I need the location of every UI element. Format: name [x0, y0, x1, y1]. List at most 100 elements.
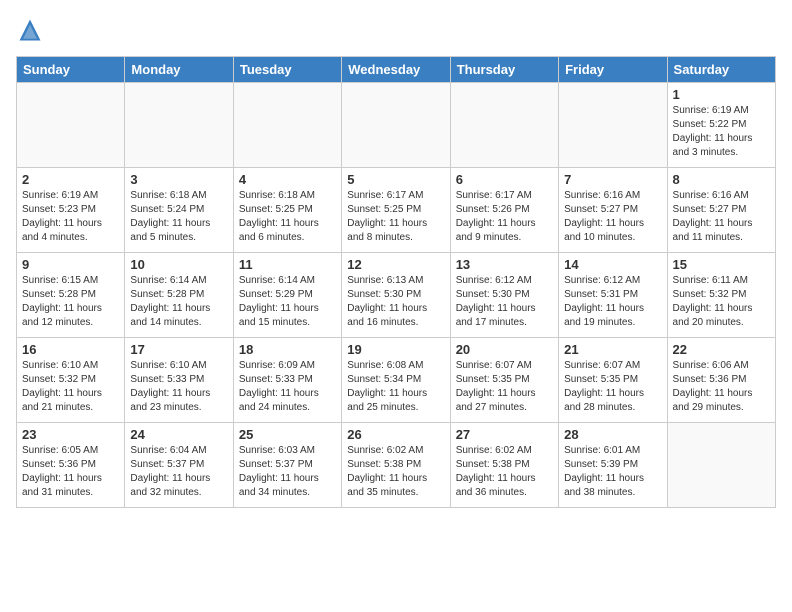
day-info: Sunrise: 6:14 AM Sunset: 5:29 PM Dayligh… — [239, 274, 336, 330]
calendar-cell — [233, 83, 341, 168]
calendar-cell: 21 Sunrise: 6:07 AM Sunset: 5:35 PM Dayli… — [559, 338, 667, 423]
day-number: 21 — [564, 342, 661, 357]
calendar-cell: 3 Sunrise: 6:18 AM Sunset: 5:24 PM Daylig… — [125, 168, 233, 253]
day-info: Sunrise: 6:05 AM Sunset: 5:36 PM Dayligh… — [22, 444, 119, 500]
day-number: 18 — [239, 342, 336, 357]
calendar-cell: 11 Sunrise: 6:14 AM Sunset: 5:29 PM Dayli… — [233, 253, 341, 338]
day-info: Sunrise: 6:18 AM Sunset: 5:25 PM Dayligh… — [239, 189, 336, 245]
calendar-week-row: 16 Sunrise: 6:10 AM Sunset: 5:32 PM Dayli… — [17, 338, 776, 423]
calendar-cell: 1 Sunrise: 6:19 AM Sunset: 5:22 PM Daylig… — [667, 83, 775, 168]
day-info: Sunrise: 6:08 AM Sunset: 5:34 PM Dayligh… — [347, 359, 444, 415]
calendar-cell — [667, 423, 775, 508]
day-info: Sunrise: 6:07 AM Sunset: 5:35 PM Dayligh… — [456, 359, 553, 415]
calendar-cell: 23 Sunrise: 6:05 AM Sunset: 5:36 PM Dayli… — [17, 423, 125, 508]
day-number: 11 — [239, 257, 336, 272]
calendar-cell: 27Sunrise: 6:02 AM Sunset: 5:38 PM Dayli… — [450, 423, 558, 508]
calendar-cell: 9 Sunrise: 6:15 AM Sunset: 5:28 PM Daylig… — [17, 253, 125, 338]
day-number: 12 — [347, 257, 444, 272]
day-info: Sunrise: 6:02 AM Sunset: 5:38 PM Dayligh… — [347, 444, 444, 500]
day-number: 14 — [564, 257, 661, 272]
calendar-cell: 22Sunrise: 6:06 AM Sunset: 5:36 PM Dayli… — [667, 338, 775, 423]
weekday-header-cell: Wednesday — [342, 57, 450, 83]
day-info: Sunrise: 6:11 AM Sunset: 5:32 PM Dayligh… — [673, 274, 770, 330]
day-number: 3 — [130, 172, 227, 187]
day-number: 8 — [673, 172, 770, 187]
day-number: 24 — [130, 427, 227, 442]
day-number: 5 — [347, 172, 444, 187]
calendar-week-row: 23 Sunrise: 6:05 AM Sunset: 5:36 PM Dayli… — [17, 423, 776, 508]
calendar-cell — [125, 83, 233, 168]
calendar-week-row: 1 Sunrise: 6:19 AM Sunset: 5:22 PM Daylig… — [17, 83, 776, 168]
calendar-cell: 16 Sunrise: 6:10 AM Sunset: 5:32 PM Dayli… — [17, 338, 125, 423]
calendar-cell — [342, 83, 450, 168]
day-number: 15 — [673, 257, 770, 272]
day-number: 25 — [239, 427, 336, 442]
day-number: 28 — [564, 427, 661, 442]
day-number: 10 — [130, 257, 227, 272]
weekday-header-cell: Friday — [559, 57, 667, 83]
day-info: Sunrise: 6:19 AM Sunset: 5:22 PM Dayligh… — [673, 104, 770, 160]
calendar-week-row: 9 Sunrise: 6:15 AM Sunset: 5:28 PM Daylig… — [17, 253, 776, 338]
day-info: Sunrise: 6:07 AM Sunset: 5:35 PM Dayligh… — [564, 359, 661, 415]
day-info: Sunrise: 6:15 AM Sunset: 5:28 PM Dayligh… — [22, 274, 119, 330]
day-number: 13 — [456, 257, 553, 272]
day-info: Sunrise: 6:09 AM Sunset: 5:33 PM Dayligh… — [239, 359, 336, 415]
day-info: Sunrise: 6:12 AM Sunset: 5:31 PM Dayligh… — [564, 274, 661, 330]
calendar-cell: 10 Sunrise: 6:14 AM Sunset: 5:28 PM Dayli… — [125, 253, 233, 338]
logo — [16, 16, 48, 44]
day-info: Sunrise: 6:16 AM Sunset: 5:27 PM Dayligh… — [564, 189, 661, 245]
day-number: 2 — [22, 172, 119, 187]
day-info: Sunrise: 6:17 AM Sunset: 5:25 PM Dayligh… — [347, 189, 444, 245]
day-number: 9 — [22, 257, 119, 272]
page-header — [16, 16, 776, 44]
day-info: Sunrise: 6:13 AM Sunset: 5:30 PM Dayligh… — [347, 274, 444, 330]
day-info: Sunrise: 6:18 AM Sunset: 5:24 PM Dayligh… — [130, 189, 227, 245]
day-info: Sunrise: 6:04 AM Sunset: 5:37 PM Dayligh… — [130, 444, 227, 500]
calendar-cell: 26 Sunrise: 6:02 AM Sunset: 5:38 PM Dayli… — [342, 423, 450, 508]
weekday-header-cell: Tuesday — [233, 57, 341, 83]
day-number: 17 — [130, 342, 227, 357]
day-info: Sunrise: 6:12 AM Sunset: 5:30 PM Dayligh… — [456, 274, 553, 330]
day-number: 23 — [22, 427, 119, 442]
calendar-cell: 24 Sunrise: 6:04 AM Sunset: 5:37 PM Dayli… — [125, 423, 233, 508]
weekday-header-row: SundayMondayTuesdayWednesdayThursdayFrid… — [17, 57, 776, 83]
day-number: 6 — [456, 172, 553, 187]
day-info: Sunrise: 6:03 AM Sunset: 5:37 PM Dayligh… — [239, 444, 336, 500]
calendar-cell: 13 Sunrise: 6:12 AM Sunset: 5:30 PM Dayli… — [450, 253, 558, 338]
day-info: Sunrise: 6:10 AM Sunset: 5:32 PM Dayligh… — [22, 359, 119, 415]
calendar-cell: 7 Sunrise: 6:16 AM Sunset: 5:27 PM Daylig… — [559, 168, 667, 253]
calendar-cell: 25 Sunrise: 6:03 AM Sunset: 5:37 PM Dayli… — [233, 423, 341, 508]
day-number: 7 — [564, 172, 661, 187]
day-info: Sunrise: 6:06 AM Sunset: 5:36 PM Dayligh… — [673, 359, 770, 415]
calendar-cell — [17, 83, 125, 168]
calendar-body: 1 Sunrise: 6:19 AM Sunset: 5:22 PM Daylig… — [17, 83, 776, 508]
calendar-cell — [450, 83, 558, 168]
day-info: Sunrise: 6:19 AM Sunset: 5:23 PM Dayligh… — [22, 189, 119, 245]
weekday-header-cell: Saturday — [667, 57, 775, 83]
calendar-cell: 2 Sunrise: 6:19 AM Sunset: 5:23 PM Daylig… — [17, 168, 125, 253]
calendar-cell — [559, 83, 667, 168]
calendar-cell: 5 Sunrise: 6:17 AM Sunset: 5:25 PM Daylig… — [342, 168, 450, 253]
calendar-cell: 19 Sunrise: 6:08 AM Sunset: 5:34 PM Dayli… — [342, 338, 450, 423]
weekday-header-cell: Thursday — [450, 57, 558, 83]
day-info: Sunrise: 6:17 AM Sunset: 5:26 PM Dayligh… — [456, 189, 553, 245]
calendar-cell: 4Sunrise: 6:18 AM Sunset: 5:25 PM Daylig… — [233, 168, 341, 253]
day-number: 26 — [347, 427, 444, 442]
day-number: 19 — [347, 342, 444, 357]
calendar-table: SundayMondayTuesdayWednesdayThursdayFrid… — [16, 56, 776, 508]
calendar-cell: 28 Sunrise: 6:01 AM Sunset: 5:39 PM Dayli… — [559, 423, 667, 508]
day-info: Sunrise: 6:01 AM Sunset: 5:39 PM Dayligh… — [564, 444, 661, 500]
calendar-cell: 12 Sunrise: 6:13 AM Sunset: 5:30 PM Dayli… — [342, 253, 450, 338]
day-number: 16 — [22, 342, 119, 357]
calendar-cell: 6 Sunrise: 6:17 AM Sunset: 5:26 PM Daylig… — [450, 168, 558, 253]
calendar-cell: 20 Sunrise: 6:07 AM Sunset: 5:35 PM Dayli… — [450, 338, 558, 423]
day-info: Sunrise: 6:14 AM Sunset: 5:28 PM Dayligh… — [130, 274, 227, 330]
day-number: 1 — [673, 87, 770, 102]
calendar-cell: 14 Sunrise: 6:12 AM Sunset: 5:31 PM Dayli… — [559, 253, 667, 338]
day-number: 20 — [456, 342, 553, 357]
day-info: Sunrise: 6:02 AM Sunset: 5:38 PM Dayligh… — [456, 444, 553, 500]
calendar-cell: 8Sunrise: 6:16 AM Sunset: 5:27 PM Daylig… — [667, 168, 775, 253]
logo-icon — [16, 16, 44, 44]
calendar-cell: 18 Sunrise: 6:09 AM Sunset: 5:33 PM Dayli… — [233, 338, 341, 423]
weekday-header-cell: Monday — [125, 57, 233, 83]
